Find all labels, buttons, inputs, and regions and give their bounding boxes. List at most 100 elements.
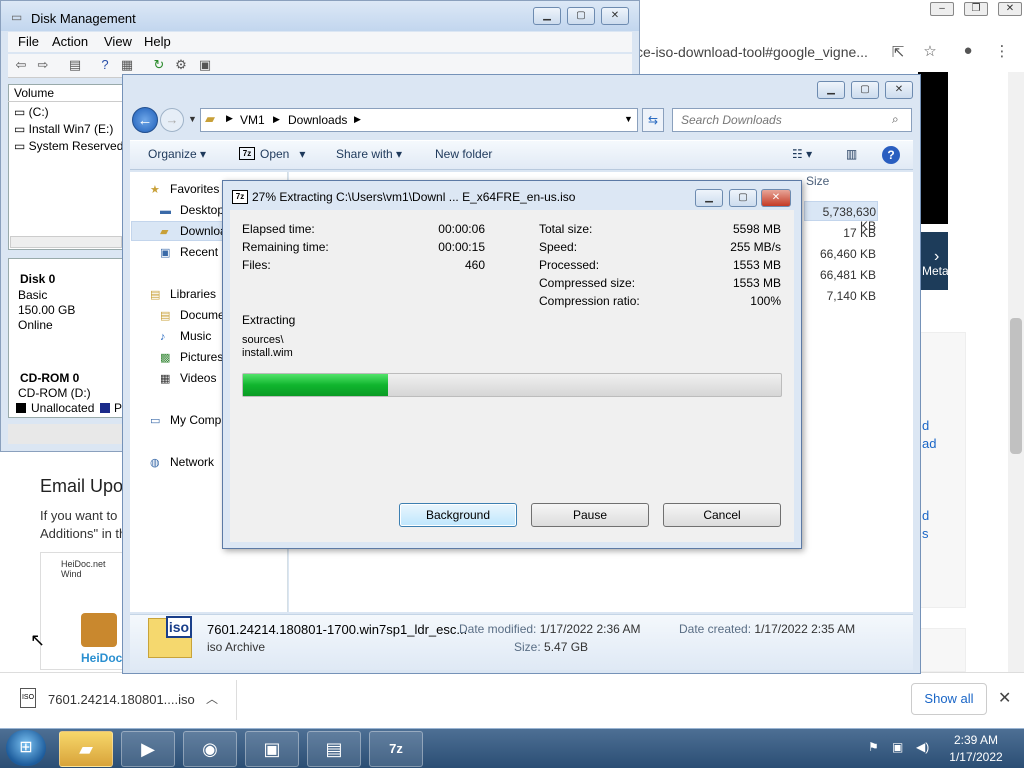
profile-icon[interactable]: ●	[958, 42, 978, 59]
volume-row[interactable]: ▭ System Reserved	[14, 139, 123, 153]
pause-button[interactable]: Pause	[531, 503, 649, 527]
menu-view[interactable]: View	[104, 34, 132, 49]
action-center-icon[interactable]: ⚑	[868, 740, 879, 754]
current-file: install.wim	[242, 347, 293, 359]
clock-time[interactable]: 2:39 AM	[936, 733, 1016, 747]
thumbnail-text: Meta	[922, 264, 948, 278]
forward-icon[interactable]: ⇨	[34, 57, 52, 75]
minimize-icon[interactable]: ▁	[695, 189, 723, 207]
recent-pages-icon[interactable]: ▼	[188, 114, 197, 124]
menu-action[interactable]: Action	[52, 34, 88, 49]
network-icon: ◍	[150, 457, 160, 469]
menu-help[interactable]: Help	[144, 34, 171, 49]
sidebar-link[interactable]: d	[922, 508, 929, 523]
open-button[interactable]: Open ▾	[260, 147, 305, 161]
preview-pane-icon[interactable]: ▥	[846, 147, 857, 161]
minimize-icon[interactable]: ▁	[533, 7, 561, 25]
close-icon[interactable]: ✕	[885, 81, 913, 99]
nav-network[interactable]: ◍ Network	[150, 455, 214, 469]
network-icon[interactable]: ▣	[892, 740, 903, 754]
properties-icon[interactable]: ▦	[118, 57, 136, 75]
scrollbar-thumb[interactable]	[1010, 318, 1022, 454]
refresh-button[interactable]: ⇆	[642, 108, 664, 132]
menu-dots-icon[interactable]: ⋮	[992, 42, 1012, 60]
chevron-right-icon[interactable]: ▶	[354, 114, 361, 125]
download-item[interactable]: 7601.24214.180801....iso	[48, 692, 195, 707]
cancel-button[interactable]: Cancel	[663, 503, 781, 527]
breadcrumb-downloads[interactable]: Downloads	[288, 113, 347, 127]
search-input[interactable]: Search Downloads	[672, 108, 912, 132]
horizontal-scrollbar[interactable]	[10, 236, 122, 248]
sidebar-card	[920, 332, 966, 608]
rescan-icon[interactable]: ⚙	[172, 57, 190, 75]
nav-videos[interactable]: ▦ Videos	[160, 371, 216, 385]
nav-desktop[interactable]: ▬ Desktop	[160, 203, 224, 217]
sidebar-link[interactable]: ad	[922, 436, 936, 451]
music-icon: ♪	[160, 331, 166, 343]
share-icon[interactable]: ⇱	[888, 43, 908, 61]
address-bar[interactable]: ce-iso-download-tool#google_vigne...	[636, 40, 882, 64]
title-bar[interactable]: ▭ Disk Management ▁ ▢ ✕	[1, 1, 639, 31]
explorer-taskbar-icon[interactable]: ▰	[59, 731, 113, 767]
organize-button[interactable]: Organize ▾	[148, 147, 206, 161]
7zip-taskbar-icon[interactable]: 7z	[369, 731, 423, 767]
show-all-button[interactable]: Show all	[911, 683, 987, 715]
sidebar-link[interactable]: s	[922, 526, 929, 541]
drive-icon: ▭	[14, 122, 29, 136]
share-with-button[interactable]: Share with ▾	[336, 147, 402, 161]
refresh-icon[interactable]: ↻	[150, 57, 168, 75]
breadcrumb-vm1[interactable]: VM1	[240, 113, 265, 127]
settings-icon[interactable]: ▣	[196, 57, 214, 75]
close-icon[interactable]: ✕	[601, 7, 629, 25]
chevron-right-icon[interactable]: ▶	[273, 114, 280, 125]
view-options-icon[interactable]: ☷ ▾	[792, 147, 812, 161]
volume-icon[interactable]: ◀)	[916, 740, 929, 754]
media-player-taskbar-icon[interactable]: ▶	[121, 731, 175, 767]
minimize-icon[interactable]: ▁	[817, 81, 845, 99]
video-player[interactable]	[918, 72, 948, 224]
help-icon[interactable]: ?	[882, 146, 900, 164]
chrome-taskbar-icon[interactable]: ◉	[183, 731, 237, 767]
toolbox-taskbar-icon[interactable]: ▤	[307, 731, 361, 767]
pictures-icon: ▩	[160, 352, 171, 364]
chevron-right-icon[interactable]: ▶	[226, 113, 233, 124]
back-button[interactable]: ←	[132, 107, 158, 133]
video-thumbnail[interactable]: Meta ›	[918, 232, 948, 290]
minimize-icon[interactable]: –	[930, 2, 954, 16]
close-icon[interactable]: ✕	[998, 2, 1022, 16]
app-taskbar-icon[interactable]: ▣	[245, 731, 299, 767]
nav-music[interactable]: ♪ Music	[160, 329, 211, 343]
close-icon[interactable]: ✕	[761, 189, 791, 207]
divider	[236, 680, 237, 720]
nav-favorites[interactable]: ★ Favorites	[150, 182, 219, 196]
menu-file[interactable]: File	[18, 34, 39, 49]
column-header-size[interactable]: Size	[806, 174, 829, 188]
chevron-up-icon[interactable]: ︿	[206, 690, 218, 707]
restore-icon[interactable]: ❐	[964, 2, 988, 16]
clock-date[interactable]: 1/17/2022	[936, 750, 1016, 764]
help-icon[interactable]: ?	[96, 57, 114, 75]
sidebar-link[interactable]: d	[922, 418, 929, 433]
volume-row[interactable]: ▭ (C:)	[14, 105, 49, 119]
back-icon[interactable]: ⇦	[12, 57, 30, 75]
start-button[interactable]: ⊞	[6, 730, 46, 766]
console-tree-icon[interactable]: ▤	[66, 57, 84, 75]
chevron-down-icon[interactable]: ▼	[624, 114, 633, 124]
chevron-right-icon[interactable]: ›	[934, 248, 939, 266]
maximize-icon[interactable]: ▢	[567, 7, 595, 25]
speed: 255 MB/s	[730, 240, 781, 254]
nav-pictures[interactable]: ▩ Pictures	[160, 350, 223, 364]
maximize-icon[interactable]: ▢	[851, 81, 879, 99]
close-icon[interactable]: ✕	[998, 688, 1011, 708]
new-folder-button[interactable]: New folder	[435, 147, 492, 161]
address-bar[interactable]	[200, 108, 638, 132]
search-icon[interactable]: ⌕	[892, 112, 899, 127]
forward-button[interactable]: →	[160, 108, 184, 132]
paragraph-text: If you want to	[40, 508, 118, 523]
bookmark-star-icon[interactable]: ☆	[920, 42, 940, 60]
background-button[interactable]: Background	[399, 503, 517, 527]
maximize-icon[interactable]: ▢	[729, 189, 757, 207]
column-header-volume[interactable]: Volume	[8, 84, 124, 102]
nav-libraries[interactable]: ▤ Libraries	[150, 287, 216, 301]
volume-row[interactable]: ▭ Install Win7 (E:)	[14, 122, 113, 136]
